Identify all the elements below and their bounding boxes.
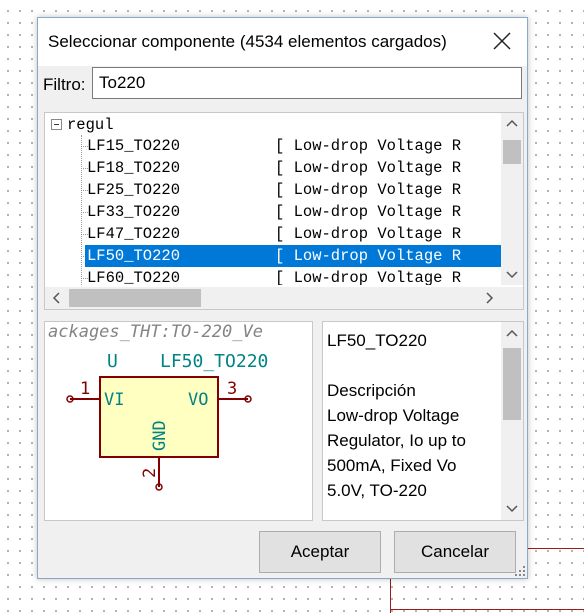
component-description: [ Low-drop Voltage R xyxy=(275,181,462,199)
component-name: LF47_TO220 xyxy=(87,225,181,243)
info-component-name: LF50_TO220 xyxy=(327,331,427,350)
tree-content: regul LF15_TO220[ Low-drop Voltage R LF18… xyxy=(45,113,501,285)
scroll-up-arrow-icon[interactable] xyxy=(501,113,523,133)
info-description-line: 500mA, Fixed Vo xyxy=(327,456,457,475)
reference-designator: U xyxy=(107,351,118,372)
info-scroll-down-arrow-icon[interactable] xyxy=(501,498,523,520)
close-button[interactable] xyxy=(485,26,519,56)
pin-1-number: 1 xyxy=(80,379,90,399)
info-vertical-scroll-thumb[interactable] xyxy=(503,348,521,420)
cancel-button[interactable]: Cancelar xyxy=(394,531,516,573)
component-name: LF25_TO220 xyxy=(87,181,181,199)
component-description: [ Low-drop Voltage R xyxy=(275,225,462,243)
dialog-title: Seleccionar componente (4534 elementos c… xyxy=(48,32,447,51)
tree-vertical-scroll-thumb[interactable] xyxy=(503,140,521,164)
tree-horizontal-scrollbar[interactable] xyxy=(45,287,501,309)
select-component-dialog: Seleccionar componente (4534 elementos c… xyxy=(37,17,528,579)
info-description-line: Regulator, Io up to xyxy=(327,431,466,450)
info-vertical-scrollbar[interactable] xyxy=(501,322,523,520)
tree-root-label[interactable]: regul xyxy=(67,116,114,134)
tree-row[interactable]: LF50_TO220 [ Low-drop Voltage R xyxy=(45,245,501,267)
pin-3-number: 3 xyxy=(227,379,237,399)
symbol-value: LF50_TO220 xyxy=(160,351,268,372)
tree-row[interactable]: LF33_TO220 [ Low-drop Voltage R xyxy=(45,201,501,223)
tree-vertical-scrollbar[interactable] xyxy=(501,113,523,285)
component-description: [ Low-drop Voltage R xyxy=(275,269,462,285)
dialog-titlebar: Seleccionar componente (4534 elementos c… xyxy=(38,18,527,66)
tree-row[interactable]: LF47_TO220 [ Low-drop Voltage R xyxy=(45,223,501,245)
info-description-heading: Descripción xyxy=(327,381,416,400)
tree-row[interactable]: LF15_TO220 [ Low-drop Voltage R xyxy=(45,135,501,157)
component-name: LF15_TO220 xyxy=(87,137,181,155)
component-info-text: LF50_TO220 Descripción Low-drop Voltage … xyxy=(327,328,497,503)
pin-3-name: VO xyxy=(188,390,208,410)
component-name: LF60_TO220 xyxy=(87,269,181,285)
component-name: LF18_TO220 xyxy=(87,159,181,177)
tree-row[interactable]: LF18_TO220 [ Low-drop Voltage R xyxy=(45,157,501,179)
scrollbar-corner xyxy=(501,287,523,309)
tree-row[interactable]: LF25_TO220 [ Low-drop Voltage R xyxy=(45,179,501,201)
close-icon xyxy=(493,32,511,50)
symbol-preview: ackages_THT:TO-220_Ve U LF50_TO220 1 VI … xyxy=(44,321,313,521)
tree-row[interactable]: LF60_TO220 [ Low-drop Voltage R xyxy=(45,267,501,285)
info-scroll-up-arrow-icon[interactable] xyxy=(501,322,523,344)
info-blank-line xyxy=(327,353,497,378)
schematic-wire-horizontal xyxy=(526,548,584,549)
footprint-text: ackages_THT:TO-220_Ve xyxy=(48,322,263,342)
schematic-wire-bottom xyxy=(390,609,584,610)
component-description: [ Low-drop Voltage R xyxy=(275,159,462,177)
info-description-line: Low-drop Voltage xyxy=(327,406,460,425)
component-name: LF50_TO220 xyxy=(87,247,181,265)
filter-input[interactable] xyxy=(92,67,522,99)
pin-2-number: 2 xyxy=(140,468,160,478)
info-description-line: 5.0V, TO-220 xyxy=(327,481,427,500)
scroll-left-arrow-icon[interactable] xyxy=(45,287,67,309)
component-description: [ Low-drop Voltage R xyxy=(275,137,462,155)
resize-grip-icon[interactable] xyxy=(515,566,525,576)
collapse-toggle[interactable] xyxy=(51,119,62,130)
scroll-right-arrow-icon[interactable] xyxy=(479,287,501,309)
component-name: LF33_TO220 xyxy=(87,203,181,221)
schematic-wire-vertical xyxy=(390,577,391,613)
pin-1-name: VI xyxy=(104,390,124,410)
pin-2-name: GND xyxy=(150,420,170,451)
component-tree: regul LF15_TO220[ Low-drop Voltage R LF18… xyxy=(44,112,524,310)
symbol-preview-canvas: ackages_THT:TO-220_Ve U LF50_TO220 1 VI … xyxy=(48,322,268,491)
component-description: [ Low-drop Voltage R xyxy=(275,203,462,221)
accept-button[interactable]: Aceptar xyxy=(259,531,381,573)
scroll-down-arrow-icon[interactable] xyxy=(501,265,523,285)
filter-label: Filtro: xyxy=(43,75,86,94)
tree-horizontal-scroll-thumb[interactable] xyxy=(69,289,201,307)
component-info-panel: LF50_TO220 Descripción Low-drop Voltage … xyxy=(322,321,524,521)
component-description: [ Low-drop Voltage R xyxy=(275,247,462,265)
